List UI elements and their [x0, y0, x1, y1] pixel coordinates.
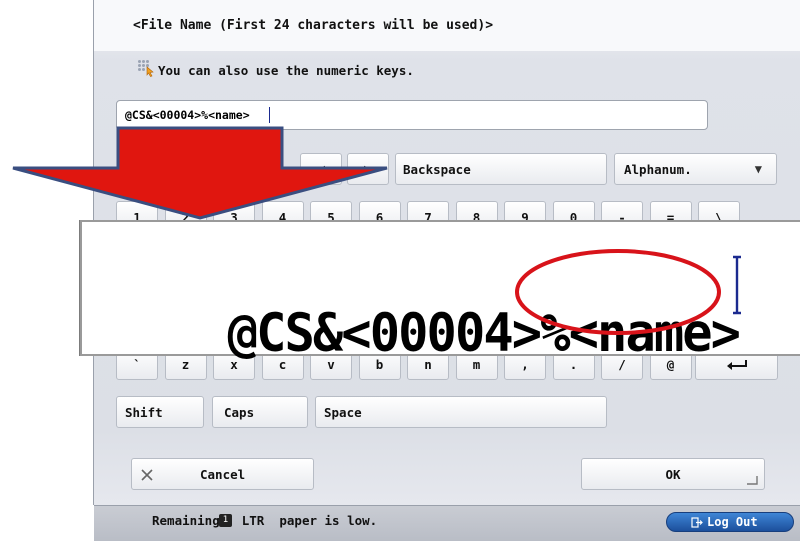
status-suffix: LTR paper is low.: [241, 513, 378, 528]
status-prefix: Remaining: [152, 513, 220, 528]
annotation-overlay: [12, 126, 721, 335]
zoom-caret: [733, 255, 741, 315]
logout-label: Log Out: [707, 515, 758, 529]
logout-button[interactable]: Log Out: [666, 512, 794, 532]
status-message: Remaining LTR paper is low.: [152, 513, 377, 528]
paper-tray-badge: 1: [219, 514, 232, 527]
big-down-arrow: [12, 126, 388, 220]
highlight-ellipse: [515, 249, 721, 335]
logout-icon: [691, 517, 703, 528]
